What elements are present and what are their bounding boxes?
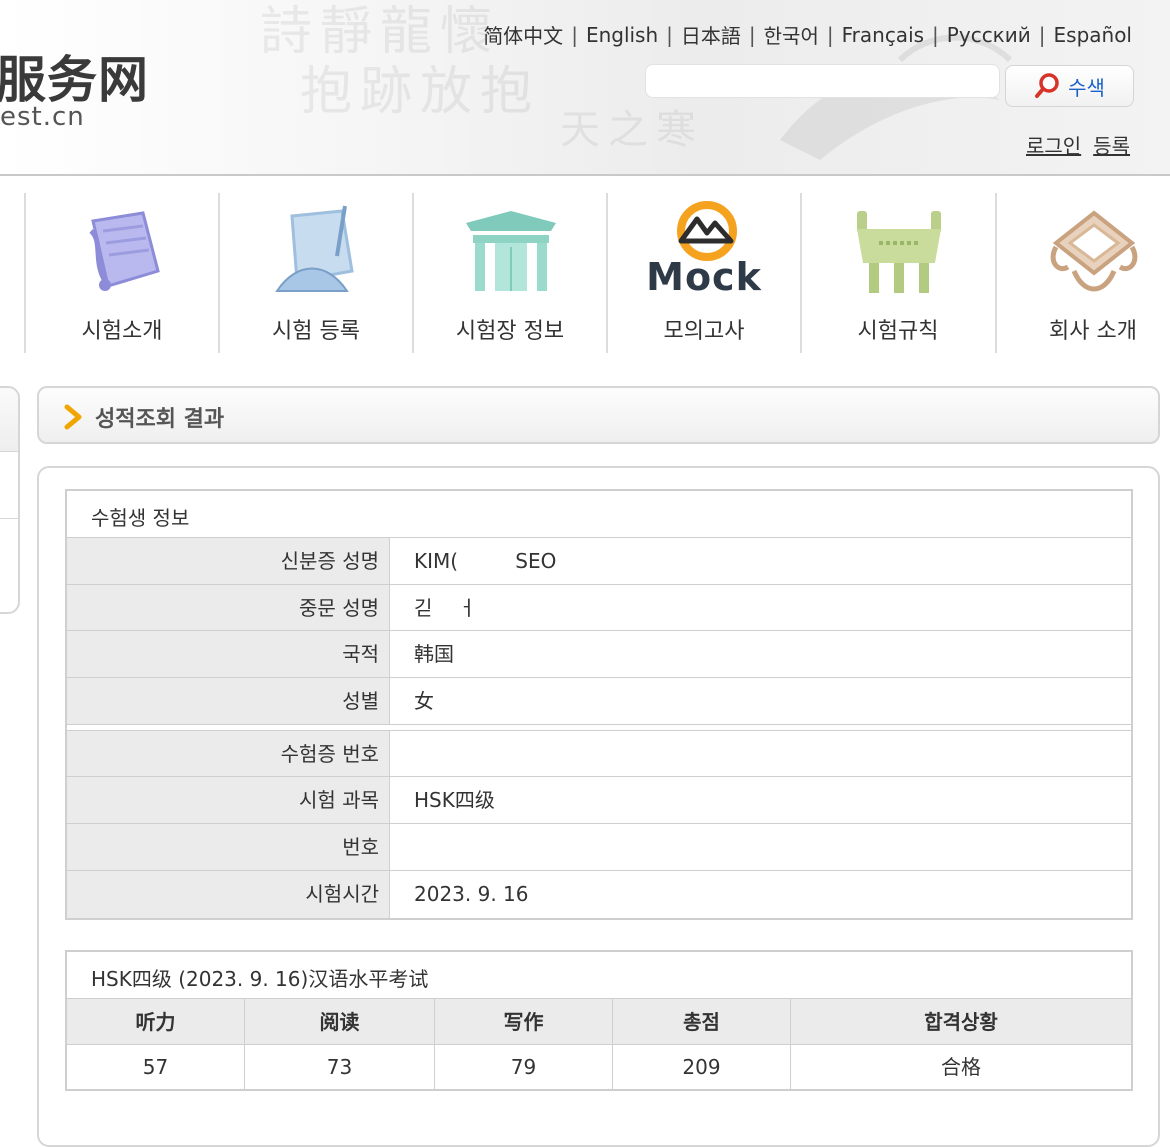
field-value-exam-subject: HSK四级: [414, 788, 495, 813]
lang-separator: |: [1038, 22, 1046, 47]
field-label-gender: 성별: [67, 678, 390, 724]
lang-separator: |: [932, 22, 939, 47]
main-nav: 시험소개 시험 등록 시험장 정보 Mock 모의고사 시험규칙 회사 소개: [0, 193, 1170, 353]
search-button-label: 수색: [1068, 75, 1105, 100]
lang-zh[interactable]: 简体中文: [481, 20, 565, 49]
score-cell: 209: [682, 1055, 721, 1079]
nav-item-mock-test[interactable]: Mock 모의고사: [606, 193, 800, 353]
lang-separator: |: [826, 22, 834, 47]
score-column-pass-status: 합격상황 合格: [791, 999, 1131, 1089]
search-input[interactable]: [645, 64, 1000, 98]
table-row: 성별 女: [67, 678, 1131, 725]
side-panel-header: [0, 388, 18, 452]
field-label-admission-number: 수험증 번호: [67, 730, 390, 777]
field-value-id-name: KIM( SEO: [414, 549, 557, 573]
nav-label: 시험 등록: [272, 319, 360, 344]
field-value-admission-number: [390, 731, 1131, 777]
mock-logo-text: Mock: [646, 255, 762, 299]
lang-separator: |: [748, 22, 756, 47]
lang-ja[interactable]: 日本語: [679, 20, 743, 49]
nav-label: 시험규칙: [857, 319, 939, 344]
nav-item-company-intro[interactable]: 회사 소개: [995, 193, 1170, 353]
score-table: HSK四级 (2023. 9. 16)汉语水平考试 听力 57 阅读 73 写作…: [65, 950, 1133, 1091]
nav-label: 시험소개: [81, 319, 163, 344]
lang-en[interactable]: English: [584, 23, 660, 47]
score-title: HSK四级 (2023. 9. 16)汉语水平考试: [91, 967, 429, 991]
tripod-cauldron-icon: [849, 201, 949, 301]
field-label-number: 번호: [67, 824, 390, 870]
lang-fr[interactable]: Français: [840, 23, 926, 47]
table-row: 국적 韩国: [67, 631, 1131, 679]
column-header: 총점: [613, 999, 790, 1045]
table-row: 시험시간 2023. 9. 16: [67, 870, 1131, 918]
column-header: 听力: [67, 999, 244, 1045]
result-section-header: 성적조회 결과: [37, 386, 1160, 444]
field-label-exam-subject: 시험 과목: [67, 777, 390, 824]
pass-status-cell: 合格: [941, 1055, 981, 1079]
side-panel: [0, 386, 20, 614]
score-cell: 73: [326, 1055, 353, 1079]
score-column-writing: 写作 79: [435, 999, 613, 1089]
column-header: 阅读: [245, 999, 434, 1045]
gate-icon: [461, 201, 561, 301]
lang-es[interactable]: Español: [1052, 23, 1134, 47]
field-value-exam-date: 2023. 9. 16: [414, 881, 529, 906]
lang-separator: |: [571, 22, 578, 47]
field-label-nationality: 국적: [67, 631, 390, 678]
lang-separator: |: [666, 22, 673, 47]
side-panel-divider: [0, 518, 18, 519]
column-header: 写作: [435, 999, 612, 1045]
nav-item-exam-register[interactable]: 시험 등록: [218, 193, 412, 353]
table-row: 중문 성명 긷 ㅓ: [67, 584, 1131, 632]
candidate-info-caption: 수험생 정보: [67, 491, 1131, 538]
search-button[interactable]: 수색: [1005, 65, 1134, 107]
table-row: 신분증 성명 KIM( SEO: [67, 538, 1131, 585]
calligraphy-background: 抱跡放抱: [300, 62, 541, 122]
scroll-icon: [73, 201, 173, 301]
score-column-total: 총점 209: [613, 999, 791, 1089]
score-column-reading: 阅读 73: [245, 999, 435, 1089]
field-label-chinese-name: 중문 성명: [67, 584, 390, 631]
site-url: est.cn: [0, 102, 85, 132]
calligraphy-background: 天之寒: [560, 107, 704, 153]
field-value-nationality: 韩国: [414, 642, 454, 667]
chevron-right-icon: [64, 404, 82, 430]
candidate-info-title: 수험생 정보: [91, 506, 190, 530]
site-header: 詩靜龍懷 抱跡放抱 天之寒 服务网 est.cn 简体中文 | English …: [0, 0, 1170, 176]
register-link[interactable]: 등록: [1093, 130, 1130, 159]
field-value-gender: 女: [414, 689, 434, 714]
field-value-chinese-name: 긷 ㅓ: [414, 595, 477, 620]
score-column-listening: 听力 57: [67, 999, 245, 1089]
column-header: 합격상황: [791, 999, 1131, 1045]
candidate-info-table: 수험생 정보 신분증 성명 KIM( SEO 중문 성명 긷 ㅓ 국적 韩国 성…: [65, 489, 1133, 920]
login-link[interactable]: 로그인: [1026, 130, 1081, 159]
brush-fan-icon: [267, 201, 367, 301]
field-label-exam-date: 시험시간: [67, 870, 390, 918]
nav-label: 회사 소개: [1049, 319, 1137, 344]
table-row: 수험증 번호: [67, 730, 1131, 778]
nav-item-exam-rules[interactable]: 시험규칙: [800, 193, 994, 353]
search-icon: [1035, 73, 1059, 98]
seal-icon: [1044, 201, 1144, 301]
calligraphy-background: 詩靜龍懷: [260, 2, 501, 62]
field-label-id-name: 신분증 성명: [67, 538, 390, 584]
lang-ko[interactable]: 한국어: [762, 20, 821, 49]
nav-label: 모의고사: [663, 319, 745, 344]
nav-item-venue-info[interactable]: 시험장 정보: [412, 193, 606, 353]
score-grid: 听力 57 阅读 73 写作 79 총점 209 합격상황 合格: [67, 999, 1131, 1089]
auth-links: 로그인 등록: [1026, 130, 1130, 159]
score-cell: 57: [142, 1055, 169, 1079]
result-title: 성적조회 결과: [95, 407, 225, 432]
nav-item-exam-intro[interactable]: 시험소개: [24, 193, 218, 353]
lang-ru[interactable]: Русский: [945, 23, 1033, 47]
score-caption: HSK四级 (2023. 9. 16)汉语水平考试: [67, 952, 1131, 999]
language-selector: 简体中文 | English | 日本語 | 한국어 | Français | …: [481, 20, 1134, 49]
table-row: 시험 과목 HSK四级: [67, 777, 1131, 825]
score-cell: 79: [510, 1055, 537, 1079]
table-row: 번호: [67, 824, 1131, 871]
field-value-number: [390, 824, 1131, 870]
nav-label: 시험장 정보: [455, 319, 565, 344]
